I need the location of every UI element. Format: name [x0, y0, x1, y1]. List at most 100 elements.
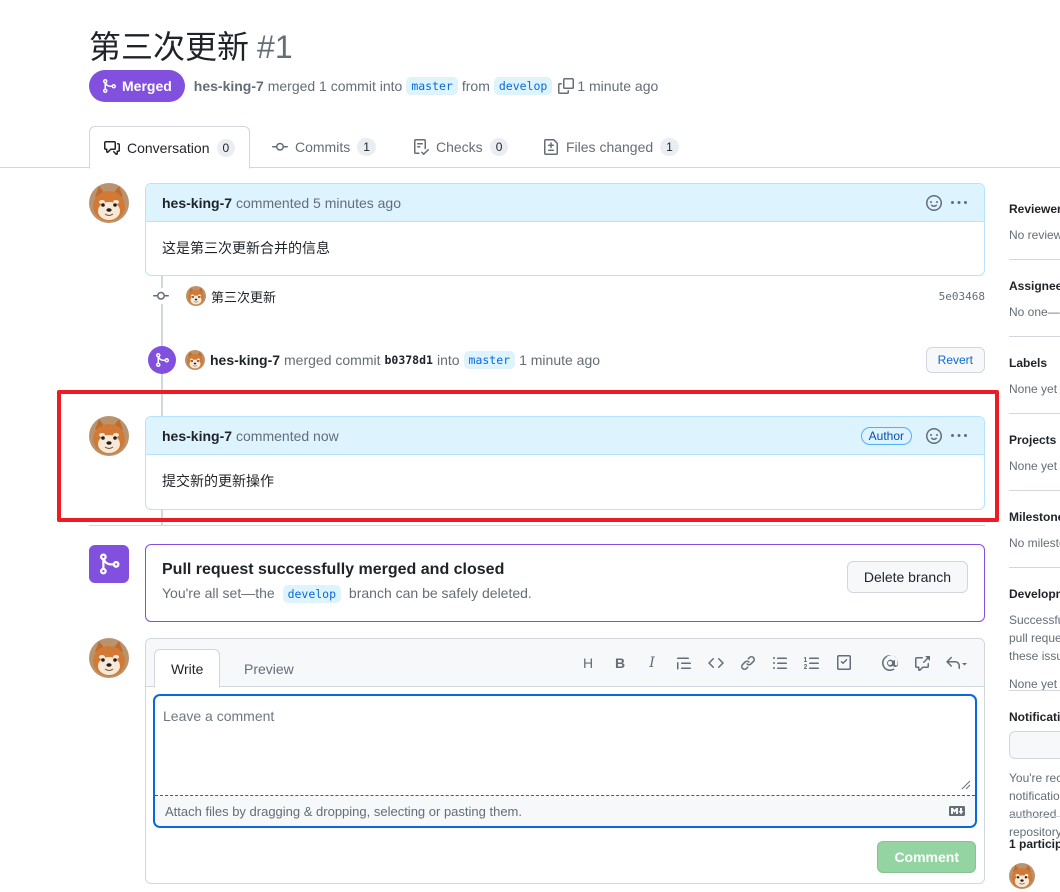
tab-files-changed[interactable]: Files changed 1	[529, 126, 693, 168]
tab-checks[interactable]: Checks 0	[399, 126, 522, 168]
sidebar-divider	[1009, 336, 1060, 337]
merge-status-text-after: branch can be safely deleted.	[348, 585, 532, 601]
sidebar-labels-value: None yet	[1009, 382, 1058, 396]
sidebar-participants-title: 1 participant	[1009, 837, 1060, 851]
sidebar-reviewers[interactable]: Reviewers No reviews	[1009, 202, 1060, 244]
tasklist-icon[interactable]	[828, 653, 860, 673]
merged-event: hes-king-7 merged commit b0378d1 into ma…	[148, 346, 985, 374]
ordered-list-icon[interactable]	[796, 653, 828, 673]
cross-reference-icon[interactable]	[906, 653, 938, 673]
merge-commit-sha-link[interactable]: b0378d1	[384, 353, 432, 367]
merge-branch-label[interactable]: master	[463, 351, 516, 369]
notifications-button[interactable]	[1009, 731, 1060, 759]
revert-button[interactable]: Revert	[925, 347, 985, 373]
bold-icon[interactable]: B	[604, 653, 636, 673]
sidebar-projects-title: Projects	[1009, 433, 1057, 447]
comment-meta[interactable]: commented now	[236, 428, 339, 444]
avatar[interactable]	[186, 286, 206, 306]
sidebar-projects[interactable]: Projects None yet	[1009, 433, 1060, 475]
sidebar-development-value: Successfully merging this pull request m…	[1009, 613, 1060, 663]
pr-title-text: 第三次更新	[89, 29, 250, 65]
merge-event-time[interactable]: 1 minute ago	[519, 352, 600, 368]
comment-textarea[interactable]	[155, 696, 975, 796]
comment-submit-button[interactable]: Comment	[877, 841, 976, 873]
sidebar-assignees[interactable]: Assignees No one—	[1009, 279, 1060, 321]
sidebar-divider	[1009, 259, 1060, 260]
pr-tabs: Conversation 0 Commits 1 Checks 0 Files …	[0, 126, 1060, 169]
link-icon[interactable]	[732, 653, 764, 673]
italic-icon[interactable]: I	[636, 653, 668, 673]
comment-header: hes-king-7 commented 5 minutes ago	[146, 184, 984, 222]
smiley-icon[interactable]	[926, 194, 942, 211]
commit-message-link[interactable]: 第三次更新	[211, 287, 276, 306]
merge-status-branch[interactable]: develop	[282, 585, 342, 603]
code-icon[interactable]	[700, 653, 732, 673]
unordered-list-icon[interactable]	[764, 653, 796, 673]
sidebar-notifications-title: Notifications	[1009, 710, 1060, 724]
sidebar-assignees-title: Assignees	[1009, 279, 1060, 293]
resize-grip-icon[interactable]	[961, 777, 971, 793]
merge-status-box: Pull request successfully merged and clo…	[145, 544, 985, 622]
merge-into-text: into	[436, 352, 460, 368]
sidebar-reviewers-value: No reviews	[1009, 228, 1060, 242]
file-diff-icon	[544, 139, 558, 155]
sidebar-labels[interactable]: Labels None yet	[1009, 356, 1060, 398]
kebab-horizontal-icon[interactable]	[950, 428, 968, 444]
comment-editor: Write Preview H B I Attach files by drag…	[145, 638, 985, 884]
merged-state-badge: Merged	[89, 70, 185, 102]
pr-time: 1 minute ago	[577, 78, 659, 94]
sidebar-projects-value: None yet	[1009, 459, 1058, 473]
base-branch-label[interactable]: master	[406, 77, 458, 95]
sidebar-notifications-value: You're receiving notifications because y…	[1009, 771, 1060, 839]
kebab-horizontal-icon[interactable]	[950, 195, 968, 211]
tab-checks-label: Checks	[436, 139, 483, 155]
commit-event: 第三次更新 5e03468	[152, 284, 985, 308]
from-text: from	[461, 78, 490, 94]
sidebar-milestone-title: Milestone	[1009, 510, 1060, 524]
delete-branch-button[interactable]: Delete branch	[846, 561, 968, 593]
sidebar-development[interactable]: Development Successfully merging this pu…	[1009, 587, 1060, 693]
tab-preview[interactable]: Preview	[228, 649, 310, 688]
avatar[interactable]	[185, 350, 205, 370]
pr-author-link[interactable]: hes-king-7	[194, 78, 264, 94]
attach-files-bar[interactable]: Attach files by dragging & dropping, sel…	[155, 795, 975, 826]
tab-conversation-label: Conversation	[127, 139, 210, 156]
commit-sha-link[interactable]: 5e03468	[939, 290, 985, 303]
tab-conversation[interactable]: Conversation 0	[89, 126, 251, 169]
tab-files-count: 1	[660, 138, 679, 156]
tab-checks-count: 0	[489, 138, 509, 156]
mention-icon[interactable]	[874, 653, 906, 673]
tab-commits[interactable]: Commits 1	[258, 126, 390, 168]
avatar[interactable]	[89, 416, 129, 456]
comment-author-link[interactable]: hes-king-7	[162, 195, 232, 211]
tab-write[interactable]: Write	[154, 649, 221, 688]
head-branch-label[interactable]: develop	[493, 77, 553, 95]
markdown-icon[interactable]	[949, 803, 965, 819]
comment-meta[interactable]: commented 5 minutes ago	[236, 195, 401, 211]
sidebar-milestone[interactable]: Milestone No milestone	[1009, 510, 1060, 552]
comment-author-link[interactable]: hes-king-7	[162, 428, 232, 444]
comment-2: hes-king-7 commented now Author 提交新的更新操作	[145, 416, 985, 510]
pr-title: 第三次更新 #1	[89, 22, 293, 68]
avatar[interactable]	[1009, 863, 1035, 889]
heading-icon[interactable]: H	[572, 653, 604, 673]
sidebar-divider	[1009, 816, 1060, 817]
avatar[interactable]	[89, 638, 129, 678]
sidebar-divider	[1009, 567, 1060, 568]
sidebar-divider	[1009, 413, 1060, 414]
sidebar-labels-title: Labels	[1009, 356, 1048, 370]
timeline-divider	[89, 525, 985, 526]
avatar[interactable]	[89, 183, 129, 223]
reply-icon[interactable]	[938, 653, 974, 673]
checklist-icon	[414, 139, 429, 155]
markdown-toolbar: H B I	[572, 653, 974, 673]
sidebar-notifications: Notifications You're receiving notificat…	[1009, 710, 1060, 841]
comment-1: hes-king-7 commented 5 minutes ago 这是第三次…	[145, 183, 985, 276]
pr-number: #1	[257, 29, 293, 65]
git-commit-icon	[272, 142, 288, 151]
comment-header: hes-king-7 commented now Author	[146, 417, 984, 455]
copy-icon[interactable]	[558, 78, 575, 94]
quote-icon[interactable]	[668, 653, 700, 673]
smiley-icon[interactable]	[926, 427, 942, 444]
merge-author-link[interactable]: hes-king-7	[210, 352, 280, 368]
